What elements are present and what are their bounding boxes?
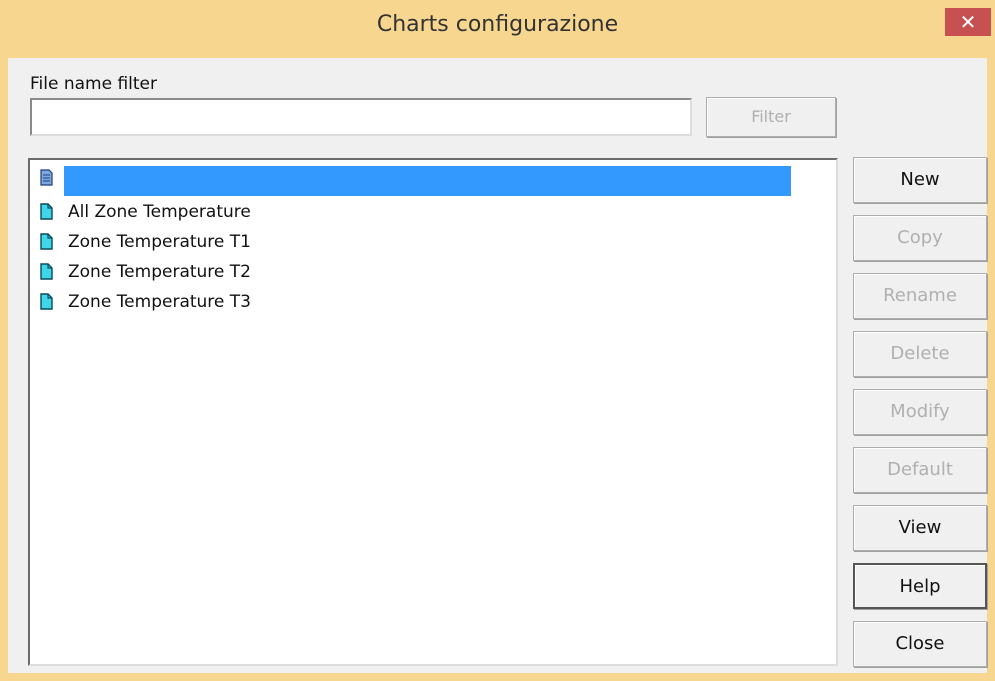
delete-button[interactable]: Delete (853, 331, 987, 377)
filter-button[interactable]: Filter (706, 97, 836, 137)
doc-icon (40, 263, 53, 280)
chart-doc-icon (40, 169, 53, 186)
close-window-button[interactable]: ✕ (945, 8, 991, 36)
list-item-label: All Zone Temperature (68, 202, 251, 222)
modify-button[interactable]: Modify (853, 389, 987, 435)
copy-button[interactable]: Copy (853, 215, 987, 261)
file-name-filter-input[interactable] (30, 98, 692, 136)
window-title: Charts configurazione (376, 12, 619, 37)
file-name-filter-label: File name filter (30, 74, 158, 94)
doc-icon (40, 233, 53, 250)
list-item[interactable] (38, 164, 828, 196)
default-button[interactable]: Default (853, 447, 987, 493)
new-button[interactable]: New (853, 157, 987, 203)
window-frame-right (987, 58, 995, 681)
help-button[interactable]: Help (853, 563, 987, 609)
charts-config-dialog: Charts configurazione ✕ File name filter… (0, 0, 995, 681)
view-button[interactable]: View (853, 505, 987, 551)
doc-icon (40, 293, 53, 310)
window-frame-bottom (0, 673, 995, 681)
list-item-label: Zone Temperature T1 (68, 232, 251, 252)
window-frame-left (0, 58, 8, 681)
close-button[interactable]: Close (853, 621, 987, 667)
doc-icon (40, 203, 53, 220)
charts-list[interactable]: All Zone Temperature Zone Temperature T1… (28, 158, 838, 666)
close-icon: ✕ (959, 10, 977, 34)
rename-button[interactable]: Rename (853, 273, 987, 319)
title-bar[interactable]: Charts configurazione ✕ (0, 0, 995, 58)
list-item-label: Zone Temperature T2 (68, 262, 251, 282)
selection-highlight (64, 166, 791, 196)
list-item-label: Zone Temperature T3 (68, 292, 251, 312)
